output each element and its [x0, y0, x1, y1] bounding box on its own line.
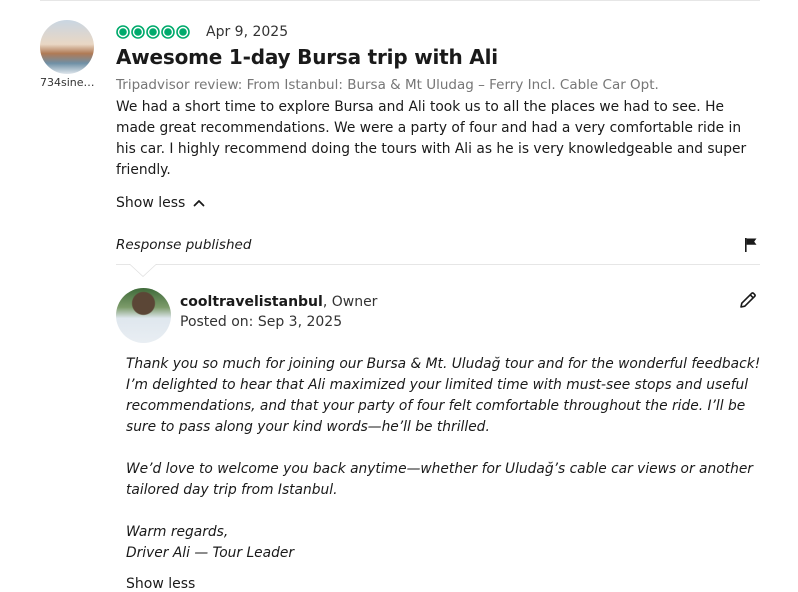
review-card: Apr 9, 2025 Awesome 1-day Bursa trip wit… — [116, 22, 766, 211]
response-published-label: Response published — [116, 237, 252, 253]
response-show-less-button[interactable]: Show less — [126, 576, 195, 592]
owner-role: , Owner — [322, 294, 378, 310]
owner-response-text: Thank you so much for joining our Bursa … — [126, 354, 776, 564]
reviewer-avatar[interactable] — [40, 20, 94, 74]
review-body: We had a short time to explore Bursa and… — [116, 99, 747, 178]
rating-bubble-icon — [161, 25, 175, 39]
review-subtitle: Tripadvisor review: From Istanbul: Bursa… — [116, 77, 659, 93]
response-header: Response published — [116, 234, 760, 256]
response-signoff: Warm regards, — [126, 524, 229, 540]
flag-icon[interactable] — [744, 237, 758, 253]
response-divider — [116, 264, 760, 265]
owner-info: cooltravelistanbul, Owner Posted on: Sep… — [180, 294, 377, 330]
show-less-button[interactable]: Show less — [116, 195, 205, 211]
review-date: Apr 9, 2025 — [206, 24, 289, 40]
chevron-up-icon — [193, 200, 205, 207]
rating-bubbles — [116, 25, 190, 39]
show-less-label: Show less — [116, 195, 186, 211]
response-paragraph: Thank you so much for joining our Bursa … — [126, 356, 761, 435]
pencil-icon[interactable] — [738, 290, 758, 310]
posted-date: Posted on: Sep 3, 2025 — [180, 314, 343, 330]
rating-bubble-icon — [131, 25, 145, 39]
review-title: Awesome 1-day Bursa trip with Ali — [116, 45, 498, 69]
rating-bubble-icon — [176, 25, 190, 39]
response-paragraph: We’d love to welcome you back anytime—wh… — [126, 461, 753, 498]
top-divider — [40, 0, 760, 1]
speech-notch-fill — [130, 264, 156, 276]
reviewer-name[interactable]: 734sine… — [40, 76, 98, 89]
rating-row: Apr 9, 2025 — [116, 22, 766, 42]
owner-name[interactable]: cooltravelistanbul — [180, 294, 323, 310]
rating-bubble-icon — [116, 25, 130, 39]
reviewer-info: 734sine… — [40, 20, 98, 89]
response-signature: Driver Ali — Tour Leader — [126, 545, 295, 561]
owner-avatar[interactable] — [116, 288, 171, 343]
owner-line: cooltravelistanbul, Owner — [180, 294, 377, 310]
rating-bubble-icon — [146, 25, 160, 39]
